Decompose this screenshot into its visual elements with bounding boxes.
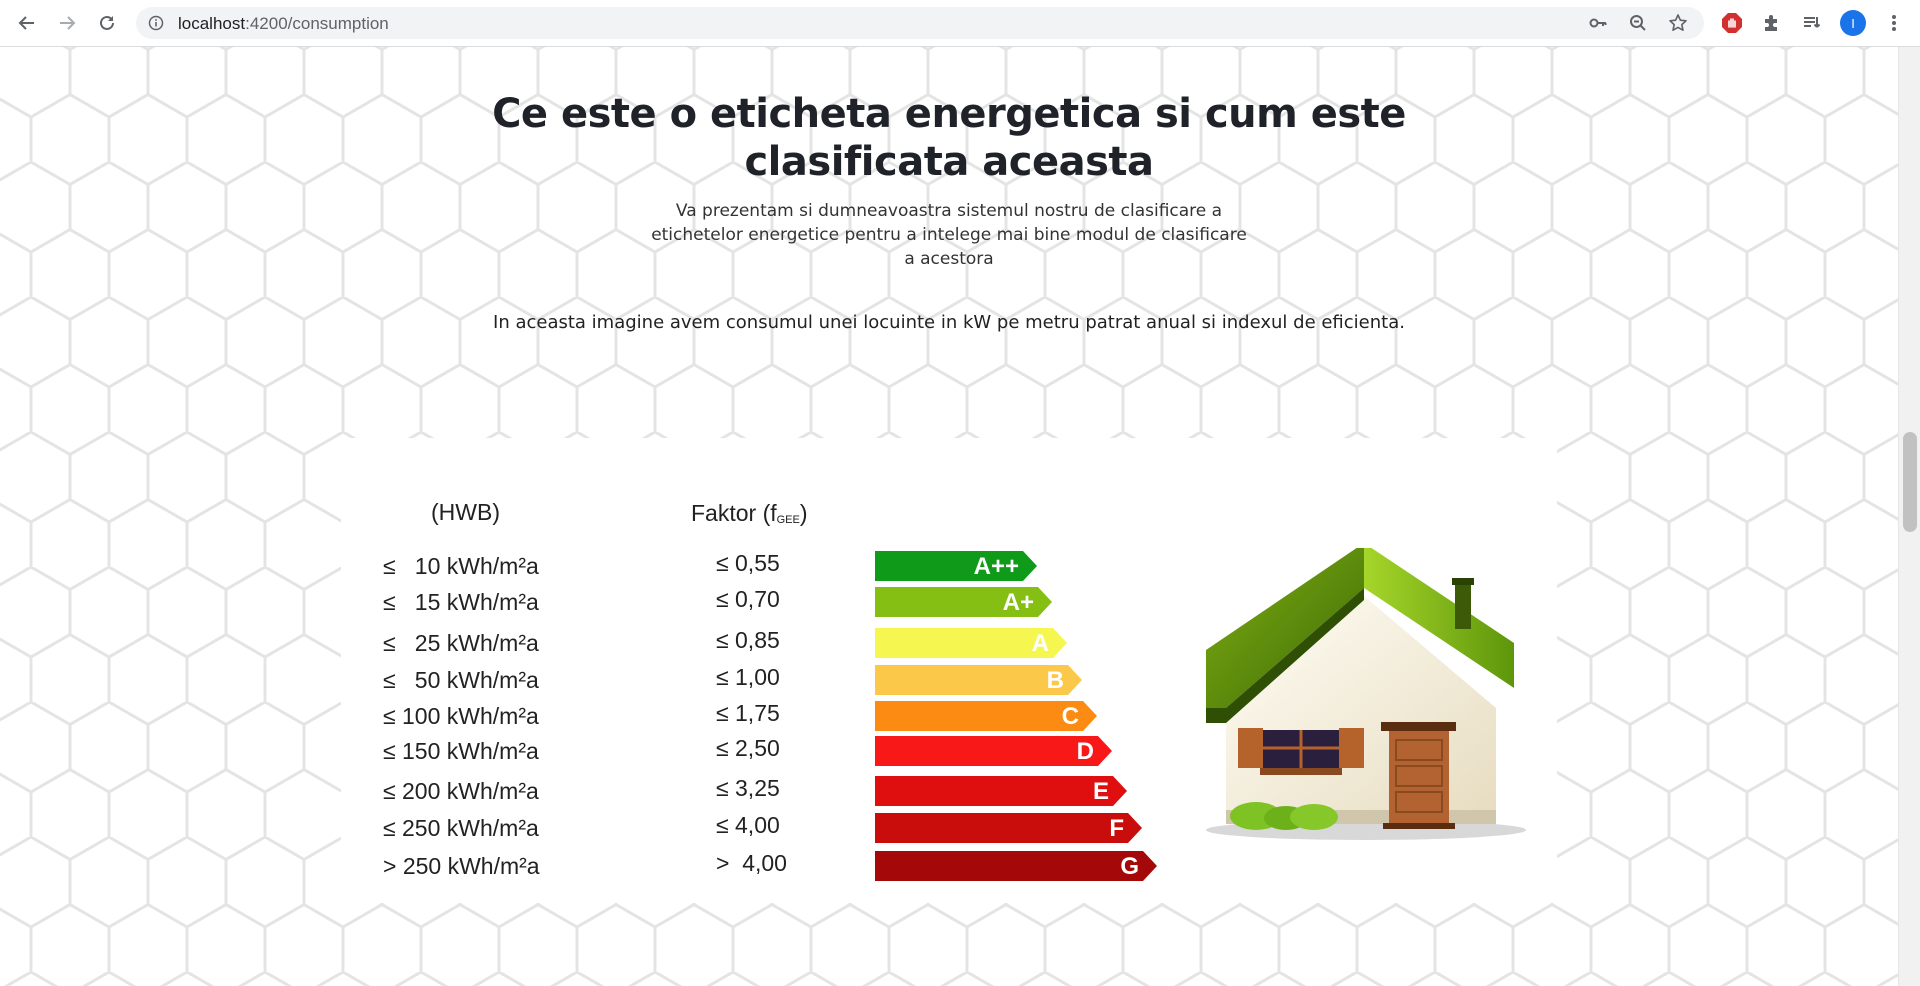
page-viewport: Ce este o eticheta energetica si cum est… [0,47,1898,986]
bookmark-star-icon[interactable] [1668,13,1688,33]
page-title: Ce este o eticheta energetica si cum est… [492,91,1406,185]
energy-class-bar: D [875,736,1112,766]
page-subtitle: Va prezentam si dumneavoastra sistemul n… [651,201,1247,269]
adblock-extension-icon[interactable] [1719,10,1745,36]
energy-class-bar: A++ [875,551,1037,581]
energy-class-label: F [1109,815,1124,842]
energy-class-label: B [1047,667,1064,694]
url-host: localhost [178,14,246,33]
energy-class-label: D [1077,738,1094,765]
back-button[interactable] [12,8,42,38]
browser-toolbar: localhost:4200/consumption I [0,0,1920,47]
arrow-right-icon [60,16,76,30]
energy-class-label: G [1120,853,1139,880]
energy-class-bar: A [875,628,1067,658]
energy-class-bar: B [875,665,1082,695]
vertical-scrollbar[interactable] [1898,47,1920,986]
energy-class-label: A++ [974,553,1019,580]
url-text[interactable]: localhost:4200/consumption [178,14,389,34]
address-bar[interactable]: localhost:4200/consumption [136,7,1704,39]
zoom-out-icon[interactable] [1628,13,1648,33]
house-icon [1206,548,1526,840]
reading-list-icon[interactable] [1799,10,1825,36]
energy-label-image: (HWB) Faktor (fGEE) ≤ 10 kWh/m²a ≤ 15 kWh… [341,438,1557,903]
extensions-puzzle-icon[interactable] [1759,10,1785,36]
key-icon[interactable] [1588,13,1608,33]
browser-menu-icon[interactable] [1881,10,1907,36]
energy-class-bar: E [875,776,1127,806]
image-description: In aceasta imagine avem consumul unei lo… [493,312,1405,333]
url-path: :4200/consumption [245,14,389,33]
forward-button[interactable] [52,8,82,38]
energy-class-label: A [1032,630,1049,657]
profile-avatar[interactable]: I [1840,10,1866,36]
energy-class-label: C [1062,703,1079,730]
site-info-icon[interactable] [148,15,164,35]
arrow-left-icon [18,16,34,30]
energy-class-label: A+ [1003,589,1034,616]
energy-class-bar: A+ [875,587,1052,617]
energy-class-bar: C [875,701,1097,731]
energy-class-bar: F [875,813,1142,843]
scrollbar-thumb[interactable] [1903,432,1917,532]
reload-icon [100,15,114,30]
reload-button[interactable] [92,8,122,38]
energy-class-bar: G [875,851,1157,881]
energy-class-label: E [1093,778,1109,805]
